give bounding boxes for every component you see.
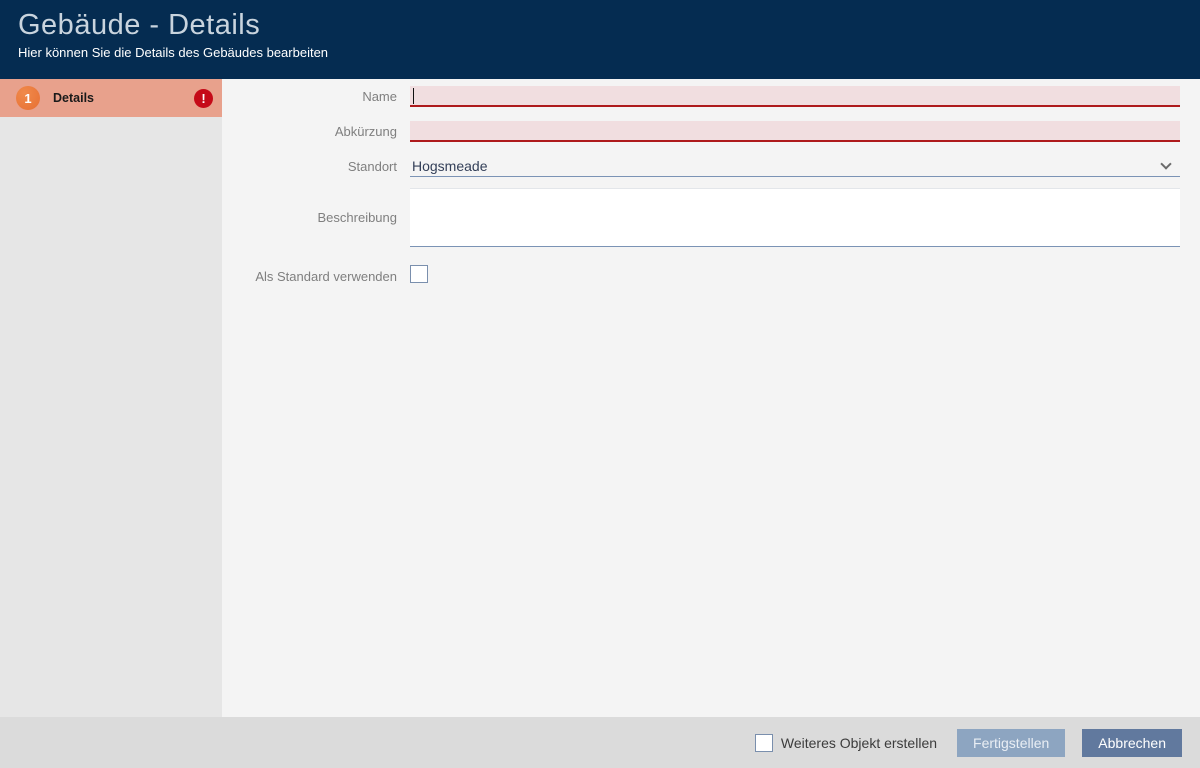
- location-selected-value: Hogsmeade: [410, 158, 488, 174]
- finish-button[interactable]: Fertigstellen: [957, 729, 1065, 757]
- location-label: Standort: [222, 159, 397, 174]
- name-field[interactable]: [410, 86, 1180, 107]
- step-label: Details: [53, 91, 194, 105]
- step-number-badge: 1: [16, 86, 40, 110]
- text-cursor: [413, 88, 414, 104]
- details-form: Name Abkürzung Standort Hogsmeade Beschr…: [222, 79, 1200, 717]
- exclamation-badge-icon: !: [194, 89, 213, 108]
- use-as-default-checkbox[interactable]: [410, 265, 428, 283]
- description-label: Beschreibung: [222, 210, 397, 225]
- abbreviation-field[interactable]: [410, 121, 1180, 142]
- page-subtitle: Hier können Sie die Details des Gebäudes…: [18, 45, 1200, 60]
- name-label: Name: [222, 89, 397, 104]
- use-as-default-label: Als Standard verwenden: [222, 269, 397, 284]
- location-select[interactable]: Hogsmeade: [410, 156, 1180, 177]
- description-field[interactable]: [410, 188, 1180, 247]
- dialog-header: Gebäude - Details Hier können Sie die De…: [0, 0, 1200, 79]
- cancel-button[interactable]: Abbrechen: [1082, 729, 1182, 757]
- footer-bar: Weiteres Objekt erstellen Fertigstellen …: [0, 717, 1200, 768]
- create-another-label: Weiteres Objekt erstellen: [781, 735, 937, 751]
- wizard-sidebar: 1 Details !: [0, 79, 222, 717]
- wizard-step-details[interactable]: 1 Details !: [0, 79, 222, 117]
- create-another-checkbox[interactable]: [755, 734, 773, 752]
- abbreviation-label: Abkürzung: [222, 124, 397, 139]
- page-title: Gebäude - Details: [18, 9, 1200, 42]
